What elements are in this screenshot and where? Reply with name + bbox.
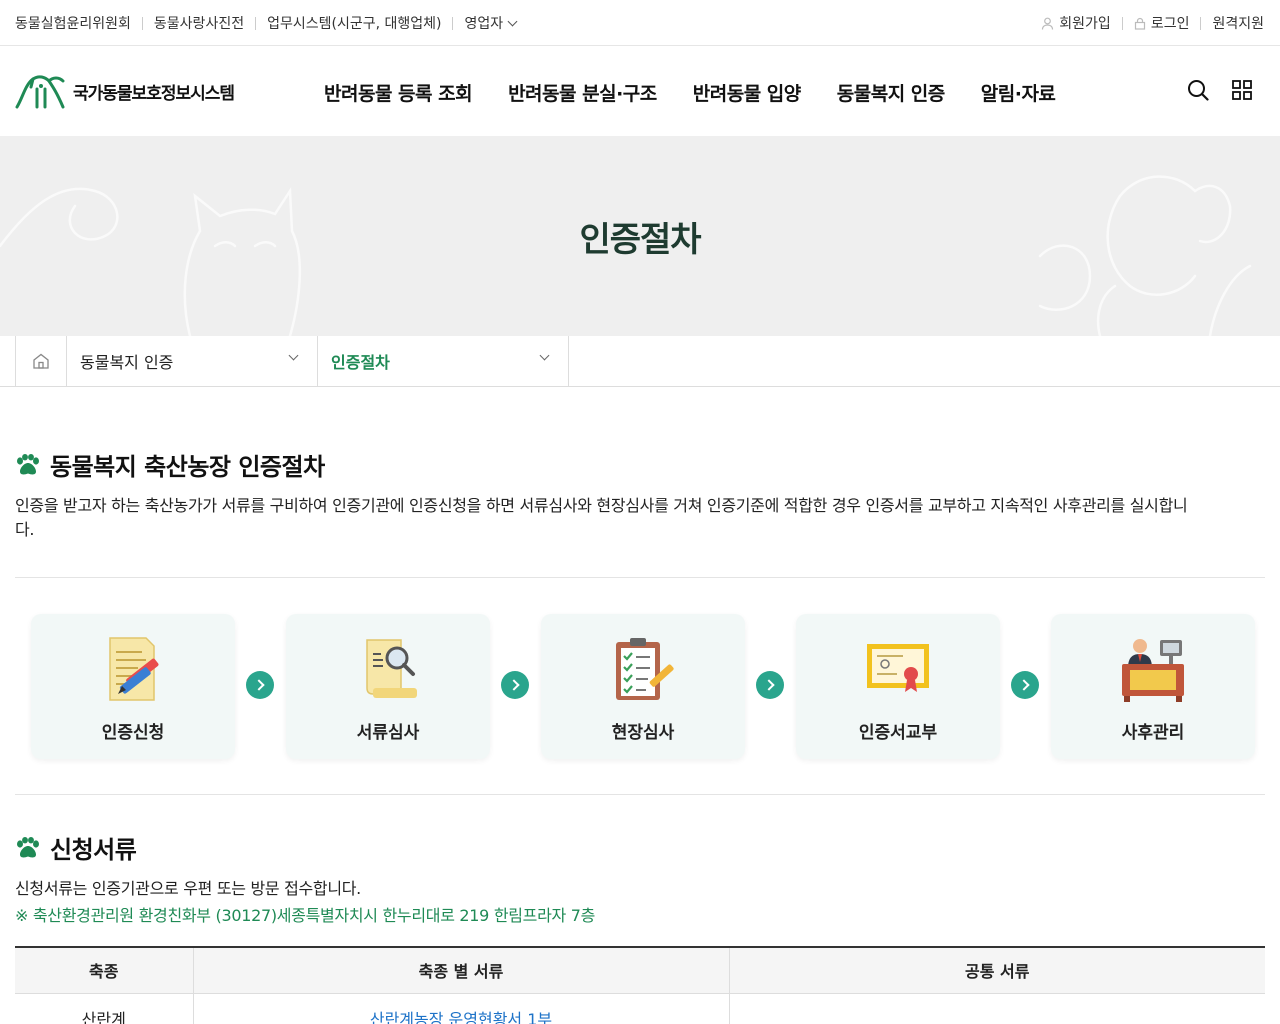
lock-icon [1134,17,1145,30]
link-animal-ethics-committee[interactable]: 동물실험윤리위원회 [15,13,131,33]
home-icon [33,353,49,369]
join-label: 회원가입 [1059,16,1111,32]
section-description: 인증을 받고자 하는 축산농가가 서류를 구비하여 인증기관에 인증신청을 하면… [15,496,1188,539]
site-header: 국가동물보호정보시스템 반려동물 등록 조회 반려동물 분실·구조 반려동물 입… [0,46,1280,136]
breadcrumb-depth2-select[interactable]: 인증절차 [318,336,569,386]
divider [1200,16,1202,30]
link-photo-contest[interactable]: 동물사랑사진전 [154,13,244,33]
utility-bar: 동물실험윤리위원회 동물사랑사진전 업무시스템(시군구, 대행업체) 영업자 회… [0,0,1280,46]
chevron-right-icon [756,671,784,699]
location-bar: 동물복지 인증 인증절차 [0,336,1280,387]
logo-text: 국가동물보호정보시스템 [73,83,235,104]
cell-species: 산란계 [15,993,194,1024]
search-button[interactable] [1186,78,1210,102]
application-form-icon [109,637,159,701]
step-card: 사후관리 [1051,614,1255,759]
step-label: 서류심사 [356,723,420,743]
login-label: 로그인 [1150,16,1190,32]
step-label: 인증서교부 [858,723,938,743]
section-title-text: 동물복지 축산농장 인증절차 [50,453,325,481]
step-card: 서류심사 [286,614,490,759]
chevron-right-icon [246,671,274,699]
step-label: 현장심사 [611,723,675,743]
document-review-icon [366,639,417,698]
table-header-row: 축종 축종 별 서류 공통 서류 [15,947,1265,994]
section-title-certification-process: 동물복지 축산농장 인증절차 [15,447,325,482]
link-business-owner[interactable]: 영업자 [464,13,518,33]
page-title: 인증절차 [579,220,701,260]
column-header-species: 축종 [15,947,194,994]
chevron-right-icon [501,671,529,699]
paw-icon [17,836,39,857]
logo-icon [15,75,65,109]
divider [141,16,143,30]
user-icon [1042,17,1054,30]
site-logo[interactable]: 국가동물보호정보시스템 [15,73,235,109]
cell-species-docs-link[interactable]: 산란계농장 운영현황서 1부 [193,993,730,1024]
business-owner-label: 영업자 [464,16,504,32]
page-banner: 인증절차 [0,136,1280,336]
breadcrumb-depth1-label: 동물복지 인증 [80,353,174,372]
step-card: 현장심사 [541,614,745,759]
nav-item-welfare-certification[interactable]: 동물복지 인증 [837,79,946,106]
section-title-text: 신청서류 [50,836,137,864]
breadcrumb-depth2-label: 인증절차 [331,353,390,372]
search-icon [1188,80,1209,101]
breadcrumb-depth1-select[interactable]: 동물복지 인증 [67,336,318,386]
step-card: 인증신청 [31,614,235,759]
divider [15,794,1265,795]
nav-item-notices[interactable]: 알림·자료 [981,79,1056,106]
nav-item-adoption[interactable]: 반려동물 입양 [693,79,802,106]
grid-menu-icon [1232,80,1252,100]
sitemap-button[interactable] [1230,78,1254,102]
management-desk-icon [1122,639,1184,702]
chevron-down-icon [507,16,518,26]
nav-item-lost-rescue[interactable]: 반려동물 분실·구조 [508,79,657,106]
step-card: 인증서교부 [796,614,1000,759]
login-link[interactable]: 로그인 [1134,13,1190,33]
divider [15,577,1265,578]
step-label: 사후관리 [1121,723,1185,743]
member-links: 회원가입 로그인 원격지원 [1041,13,1264,33]
divider [452,16,454,30]
utility-links: 동물실험윤리위원회 동물사랑사진전 업무시스템(시군구, 대행업체) 영업자 [15,13,518,33]
documents-description: 신청서류는 인증기관으로 우편 또는 방문 접수합니다. [15,879,361,898]
divider [255,16,257,30]
step-label: 인증신청 [101,723,165,743]
join-link[interactable]: 회원가입 [1041,13,1111,33]
column-header-species-docs: 축종 별 서류 [193,947,730,994]
column-header-common-docs: 공통 서류 [729,947,1265,994]
checklist-icon [616,638,674,700]
remote-support-link[interactable]: 원격지원 [1212,13,1264,33]
home-button[interactable] [15,336,67,386]
link-work-system[interactable]: 업무시스템(시군구, 대행업체) [267,13,441,33]
section-title-documents: 신청서류 [15,830,137,865]
chevron-down-icon [288,350,299,361]
paw-icon [17,453,39,474]
header-tools [1166,78,1254,102]
certificate-icon [867,644,929,692]
divider [1121,16,1123,30]
chevron-right-icon [1011,671,1039,699]
nav-item-registration[interactable]: 반려동물 등록 조회 [324,79,473,106]
cell-common-docs [729,993,1265,1024]
chevron-down-icon [539,350,550,361]
table-row: 산란계 산란계농장 운영현황서 1부 [15,993,1265,1024]
documents-table: 축종 축종 별 서류 공통 서류 산란계 산란계농장 운영현황서 1부 [15,946,1265,1024]
submission-address-note: ※ 축산환경관리원 환경친화부 (30127)세종특별자치시 한누리대로 219… [15,906,596,925]
main-nav: 반려동물 등록 조회 반려동물 분실·구조 반려동물 입양 동물복지 인증 알림… [324,79,1091,106]
process-steps: 인증신청 서류심사 현장심사 인증서교부 사후관리 [31,614,1255,759]
